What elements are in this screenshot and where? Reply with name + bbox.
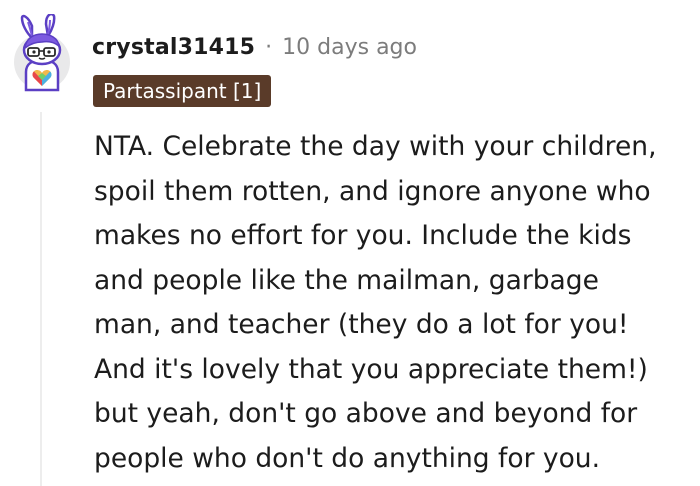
timestamp-link[interactable]: 10 days ago	[282, 35, 417, 60]
comment-body-line: spoil them rotten, and ignore anyone who	[94, 175, 651, 207]
comment-body-line: man, and teacher (they do a lot for you!	[94, 309, 629, 340]
username-link[interactable]: crystal31415	[92, 35, 255, 60]
comment-body: NTA. Celebrate the day with your childre…	[94, 125, 690, 481]
separator-dot: ·	[265, 34, 273, 60]
thread-line[interactable]	[40, 112, 42, 486]
comment-body-line: but yeah, don't go above and beyond for	[94, 398, 638, 429]
user-flair-badge: Partassipant [1]	[93, 75, 272, 107]
snoo-avatar-icon[interactable]	[12, 12, 76, 94]
comment-body-line: And it's lovely that you appreciate them…	[94, 353, 648, 385]
comment-body-line: NTA. Celebrate the day with your childre…	[94, 131, 657, 162]
comment-body-line: people who don't do anything for you.	[94, 442, 601, 474]
comment-header: crystal31415 · 10 days ago	[92, 30, 417, 64]
comment-body-line: and people like the mailman, garbage	[94, 264, 599, 296]
comment-body-line: makes no effort for you. Include the kid…	[94, 220, 632, 251]
